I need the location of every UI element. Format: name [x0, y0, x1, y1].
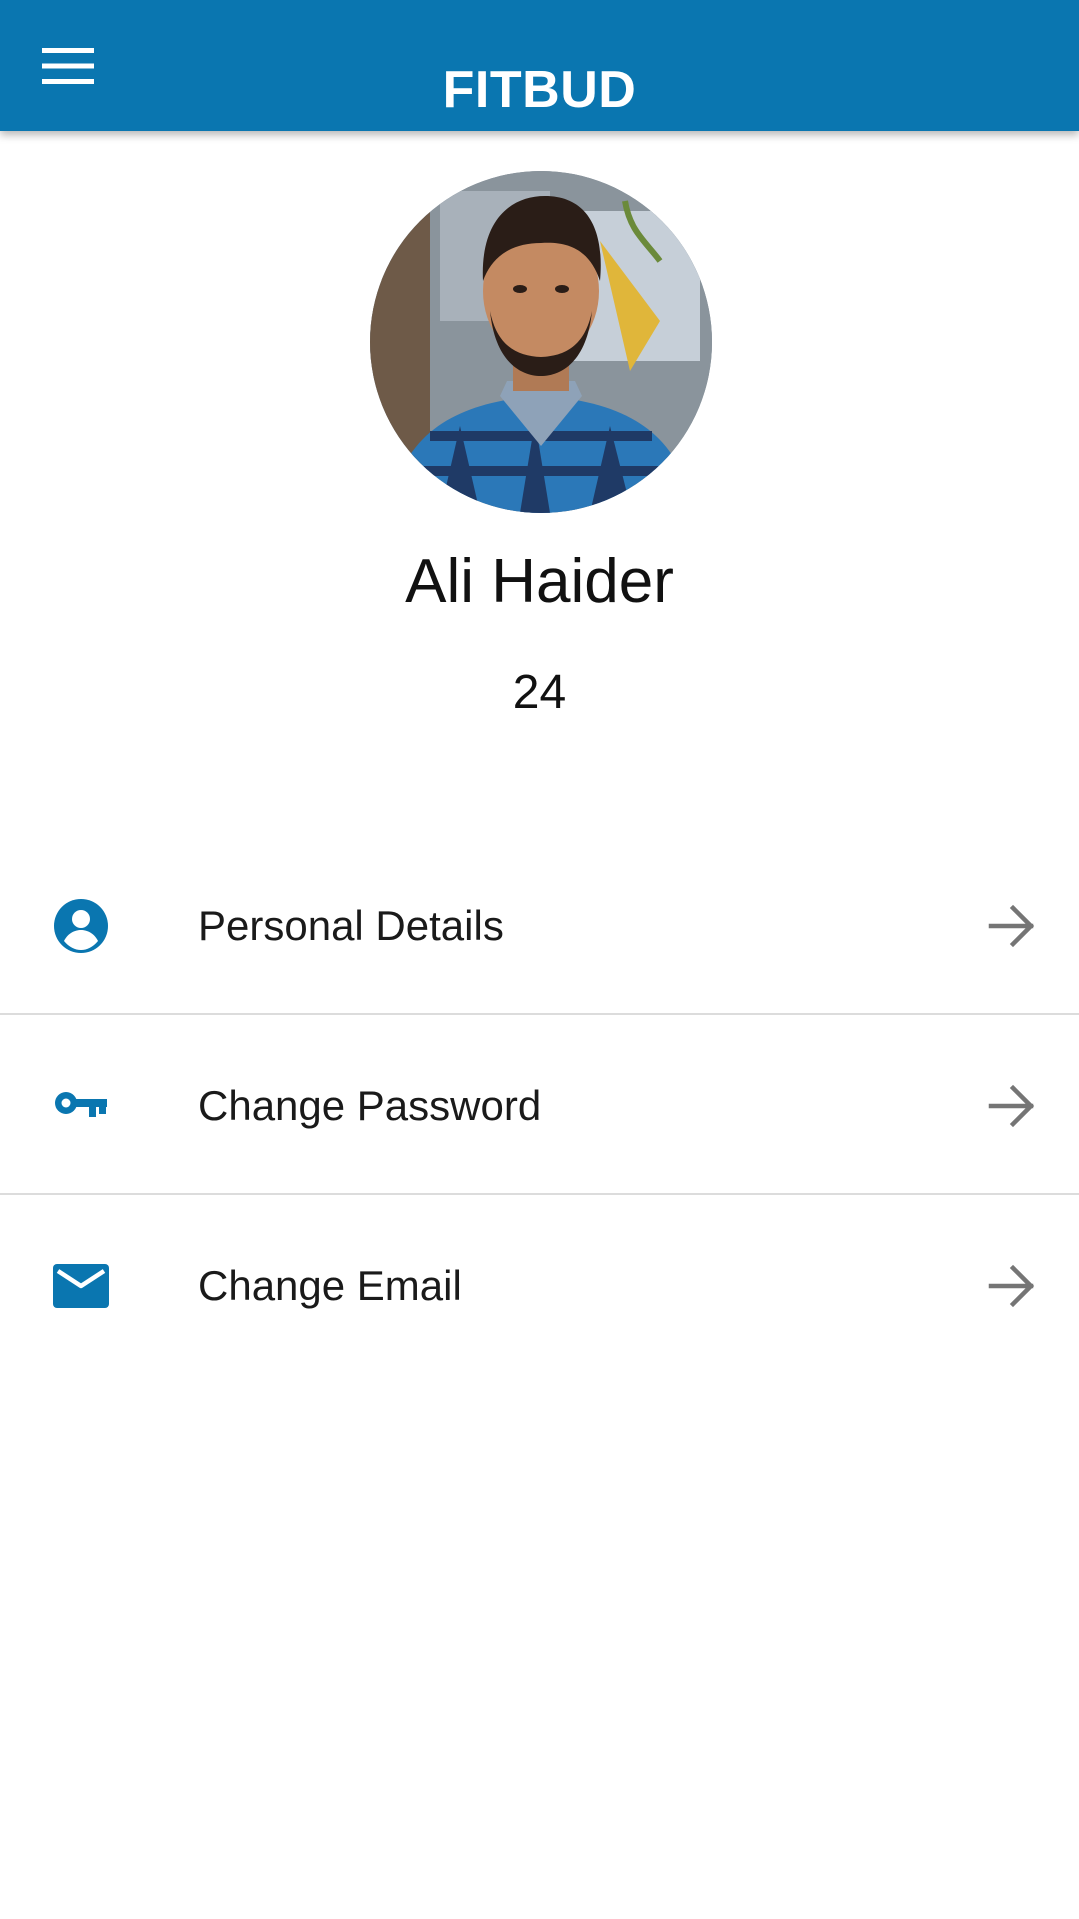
arrow-right-icon — [988, 1084, 1035, 1128]
arrow-right-icon — [988, 904, 1035, 948]
app-bar: FITBUD — [0, 0, 1079, 131]
avatar[interactable] — [370, 171, 712, 513]
key-icon — [50, 1075, 112, 1137]
app-title: FITBUD — [442, 61, 637, 119]
menu-item-change-password[interactable]: Change Password — [0, 1015, 1079, 1195]
menu-item-change-email[interactable]: Change Email — [0, 1195, 1079, 1375]
account-circle-icon — [50, 895, 112, 957]
menu-item-personal-details[interactable]: Personal Details — [0, 835, 1079, 1015]
profile-name: Ali Haider — [405, 547, 674, 616]
menu-item-label: Change Email — [198, 1262, 462, 1309]
menu-item-label: Change Password — [198, 1082, 542, 1129]
profile-photo — [370, 171, 712, 513]
settings-menu-list: Personal Details Change Password Change … — [0, 835, 1079, 1375]
profile-age: 24 — [512, 666, 567, 719]
mail-icon — [50, 1255, 112, 1317]
arrow-right-icon — [988, 1264, 1035, 1308]
menu-item-label: Personal Details — [198, 902, 504, 949]
